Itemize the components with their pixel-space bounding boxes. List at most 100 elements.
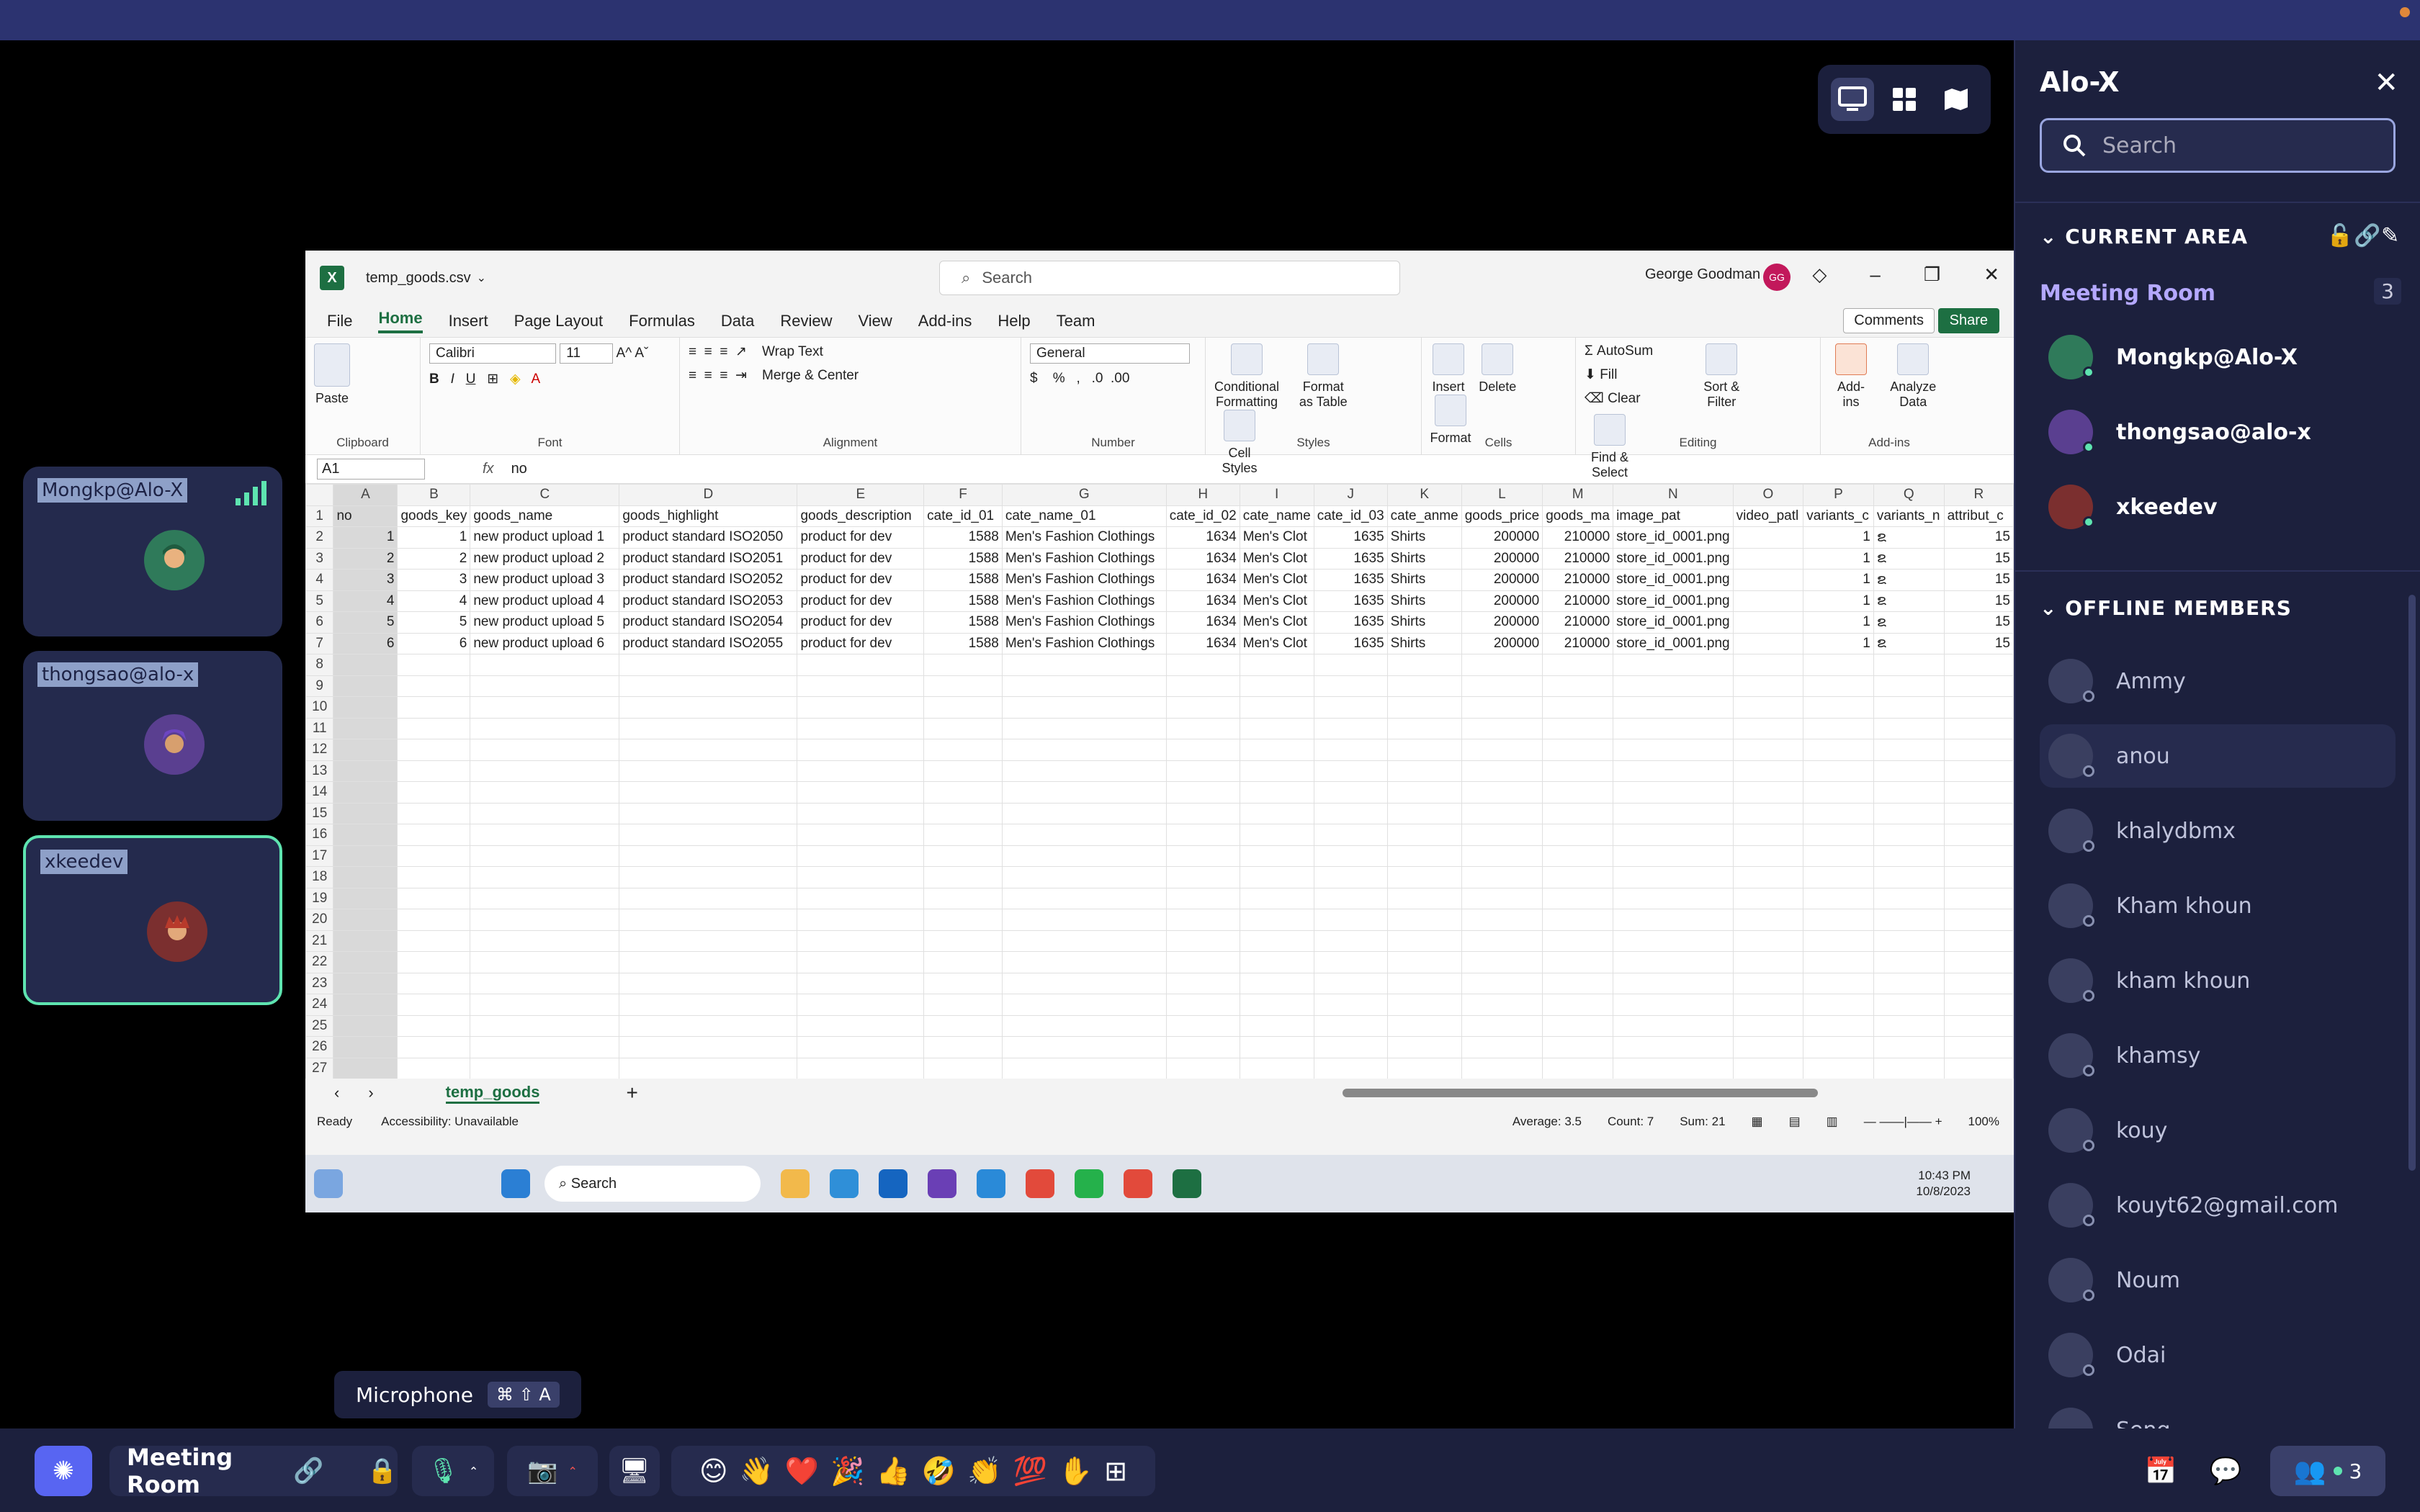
cell[interactable] — [1313, 654, 1388, 676]
cell[interactable] — [470, 845, 620, 867]
cell[interactable] — [923, 972, 1003, 994]
member-item[interactable]: xkeedev — [2040, 475, 2396, 539]
member-item[interactable]: kouyt62@gmail.com — [2040, 1174, 2396, 1237]
cell[interactable] — [923, 951, 1003, 973]
cell[interactable] — [923, 802, 1003, 824]
cell[interactable]: cate_name_01 — [1001, 505, 1167, 527]
tab-add-ins[interactable]: Add-ins — [918, 312, 972, 330]
cell[interactable] — [1613, 951, 1734, 973]
cell[interactable] — [923, 654, 1003, 676]
cell[interactable] — [1461, 824, 1543, 846]
chat-button[interactable]: 💬 — [2197, 1446, 2254, 1496]
row-header[interactable]: 18 — [305, 866, 334, 888]
cell[interactable]: new product upload 6 — [470, 632, 620, 654]
column-header[interactable]: P — [1803, 484, 1874, 506]
spreadsheet-grid[interactable]: ABCDEFGHIJKLMNOPQR 1 no goods_key goods_nam… — [305, 484, 2014, 1079]
cell[interactable] — [1613, 739, 1734, 761]
cell[interactable]: 1 — [1803, 547, 1874, 570]
row-header[interactable]: 13 — [305, 760, 334, 782]
cell[interactable] — [1386, 909, 1462, 931]
cell[interactable] — [470, 781, 620, 804]
cell[interactable]: Men's Fashion Clothings — [1001, 590, 1167, 612]
cell[interactable] — [333, 1014, 398, 1037]
cell[interactable]: 1588 — [923, 569, 1003, 591]
cell[interactable]: ຂ — [1873, 547, 1945, 570]
cell[interactable] — [1542, 717, 1614, 739]
cell[interactable] — [923, 845, 1003, 867]
cell[interactable] — [470, 887, 620, 909]
cell[interactable] — [1239, 866, 1314, 888]
cell[interactable]: goods_ma — [1542, 505, 1614, 527]
cell[interactable]: video_patl — [1732, 505, 1804, 527]
row-header[interactable]: 23 — [305, 972, 334, 994]
cell[interactable] — [1386, 696, 1462, 719]
cell[interactable] — [923, 930, 1003, 952]
cell[interactable] — [1542, 696, 1614, 719]
grid-view-button[interactable] — [1883, 78, 1926, 121]
cell[interactable]: product standard ISO2051 — [619, 547, 798, 570]
cell[interactable] — [619, 824, 798, 846]
cell[interactable] — [333, 696, 398, 719]
cell[interactable]: 200000 — [1461, 526, 1543, 549]
cell[interactable]: ຂ — [1873, 526, 1945, 549]
cell[interactable] — [797, 717, 925, 739]
cell[interactable] — [1165, 760, 1240, 782]
cell[interactable] — [1613, 696, 1734, 719]
cell[interactable] — [1542, 972, 1614, 994]
cell[interactable] — [1943, 845, 2014, 867]
cell[interactable] — [1165, 654, 1240, 676]
cell[interactable]: 4 — [333, 590, 398, 612]
member-item[interactable]: Noum — [2040, 1248, 2396, 1312]
cell[interactable] — [1313, 845, 1388, 867]
cell[interactable] — [1239, 972, 1314, 994]
cell[interactable] — [1001, 866, 1167, 888]
video-tile-thongsao[interactable]: thongsao@alo-x — [23, 651, 282, 821]
restore-icon[interactable]: ❐ — [1924, 264, 1940, 286]
cell[interactable] — [1313, 909, 1388, 931]
chevron-down-icon[interactable]: ⌄ — [477, 271, 486, 285]
sheet-tab[interactable]: temp_goods — [445, 1083, 540, 1104]
visual-studio-icon[interactable] — [928, 1169, 956, 1198]
cell[interactable] — [1386, 717, 1462, 739]
cell[interactable]: store_id_0001.png — [1613, 569, 1734, 591]
cell[interactable]: ຂ — [1873, 611, 1945, 634]
cell[interactable] — [1803, 717, 1874, 739]
cell[interactable]: Shirts — [1386, 526, 1462, 549]
cell[interactable] — [1873, 739, 1945, 761]
cell[interactable] — [797, 951, 925, 973]
cell[interactable] — [923, 824, 1003, 846]
cell[interactable] — [1239, 654, 1314, 676]
delete-cells-button[interactable]: Delete — [1477, 343, 1518, 395]
cell[interactable] — [1542, 1036, 1614, 1058]
row-header[interactable]: 16 — [305, 824, 334, 846]
member-item[interactable]: Mongkp@Alo-X — [2040, 325, 2396, 389]
cell[interactable] — [1001, 781, 1167, 804]
cell[interactable]: 1635 — [1313, 590, 1388, 612]
raise-hand-icon[interactable]: ✋ — [1059, 1455, 1093, 1488]
cell[interactable] — [470, 717, 620, 739]
cell[interactable] — [1461, 802, 1543, 824]
cell[interactable] — [1165, 845, 1240, 867]
diamond-icon[interactable]: ◇ — [1812, 264, 1827, 286]
cell[interactable] — [1001, 760, 1167, 782]
cell[interactable] — [1803, 760, 1874, 782]
cell[interactable]: 200000 — [1461, 590, 1543, 612]
cell[interactable] — [333, 739, 398, 761]
cell[interactable] — [619, 675, 798, 697]
cell[interactable] — [1613, 994, 1734, 1016]
cell[interactable] — [1803, 887, 1874, 909]
cell[interactable] — [1873, 930, 1945, 952]
cell[interactable] — [1165, 1014, 1240, 1037]
cell[interactable]: 2 — [397, 547, 471, 570]
cell[interactable] — [333, 845, 398, 867]
cell[interactable] — [1732, 887, 1804, 909]
column-header[interactable]: N — [1613, 484, 1734, 506]
cell[interactable] — [397, 1057, 471, 1079]
chevron-up-icon[interactable]: ⌃ — [568, 1464, 577, 1478]
borders-icon[interactable]: ⊞ — [487, 372, 498, 387]
bold-icon[interactable]: B — [429, 372, 439, 387]
cell[interactable] — [1461, 845, 1543, 867]
cell[interactable] — [1542, 675, 1614, 697]
cell[interactable] — [1461, 909, 1543, 931]
row-header[interactable]: 2 — [305, 526, 334, 549]
